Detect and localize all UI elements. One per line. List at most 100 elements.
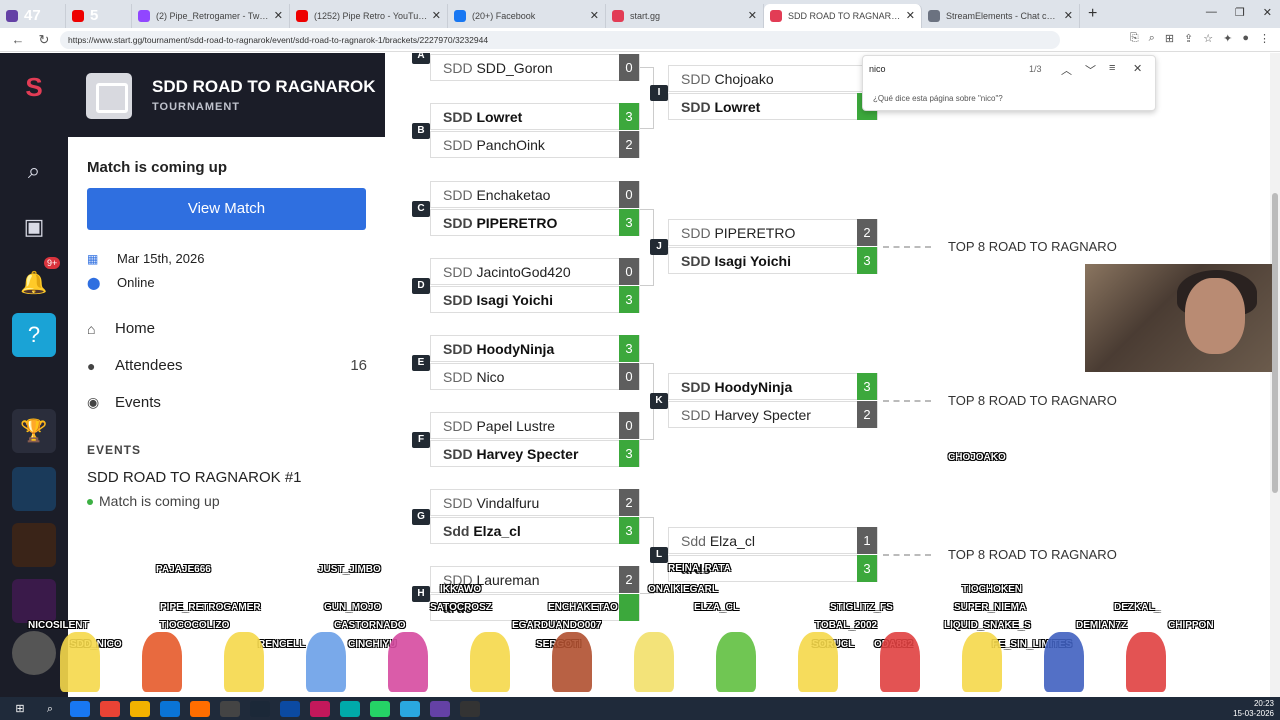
app-icon[interactable]: [310, 700, 330, 717]
minimize-icon[interactable]: —: [1206, 6, 1217, 19]
bracket-slot[interactable]: SDD Papel Lustre 0: [430, 412, 640, 439]
twitch-icon[interactable]: [430, 700, 450, 717]
app-icon[interactable]: [340, 700, 360, 717]
search-icon[interactable]: ⌕: [12, 149, 56, 193]
bracket-match[interactable]: D SDD JacintoGod420 0 SDD Isagi Yoichi 3: [412, 258, 640, 314]
store-icon[interactable]: [160, 700, 180, 717]
bracket-match[interactable]: A SDD SDD_Goron 0: [412, 53, 640, 110]
bracket-slot[interactable]: SDD Isagi Yoichi 3: [430, 286, 640, 313]
bracket-match[interactable]: B SDD Lowret 3 SDD PanchOink 2: [412, 103, 640, 159]
bracket-slot[interactable]: SDD Isagi Yoichi 3: [668, 247, 878, 274]
browser-tab[interactable]: (1252) Pipe Retro - YouTube ✕: [290, 3, 448, 28]
folder-icon[interactable]: [130, 700, 150, 717]
bracket-slot[interactable]: ards 3: [668, 555, 878, 582]
bracket-slot[interactable]: ards: [430, 594, 640, 621]
bracket-slot[interactable]: SDD Laureman 2: [430, 566, 640, 593]
chevron-up-icon[interactable]: ︿: [1061, 62, 1072, 78]
nav-attendees[interactable]: ● Attendees 16: [87, 357, 367, 374]
bracket-slot[interactable]: SDD PIPERETRO 3: [430, 209, 640, 236]
progression-target-label[interactable]: TOP 8 ROAD TO RAGNARO: [948, 239, 1117, 254]
chrome-icon[interactable]: [100, 700, 120, 717]
search-icon[interactable]: ⌕: [40, 701, 60, 717]
browser-tab[interactable]: 5: [66, 3, 132, 28]
search-icon[interactable]: ⌕: [1149, 32, 1155, 45]
maximize-icon[interactable]: ❐: [1235, 6, 1245, 19]
bracket-slot[interactable]: SDD PIPERETRO 2: [668, 219, 878, 246]
close-window-icon[interactable]: ✕: [1263, 6, 1272, 19]
zoom-icon[interactable]: ⊞: [1165, 32, 1174, 45]
bracket-slot[interactable]: SDD Lowret: [668, 93, 878, 120]
trophy-icon[interactable]: 🏆: [12, 409, 56, 453]
share-icon[interactable]: ⇪: [1184, 32, 1193, 45]
url-field[interactable]: https://www.start.gg/tournament/sdd-road…: [60, 30, 1060, 49]
back-icon[interactable]: ←: [10, 32, 26, 47]
close-tab-icon[interactable]: ✕: [432, 9, 441, 22]
reload-icon[interactable]: ↻: [36, 32, 52, 48]
bracket-match[interactable]: J SDD PIPERETRO 2 SDD Isagi Yoichi 3: [650, 219, 878, 275]
help-icon[interactable]: ?: [12, 313, 56, 357]
ask-gemini-suggestion[interactable]: ¿Qué dice esta página sobre "nico"?: [873, 94, 1003, 103]
browser-tab[interactable]: StreamElements - Chat comman ✕: [922, 3, 1080, 28]
close-tab-icon[interactable]: ✕: [590, 9, 599, 22]
view-match-button[interactable]: View Match: [87, 188, 366, 230]
community-avatar-icon[interactable]: [12, 579, 56, 623]
nav-events[interactable]: ◉ Events: [87, 394, 367, 411]
community-avatar-icon[interactable]: [12, 523, 56, 567]
browser-tab[interactable]: 47: [0, 3, 66, 28]
bracket-match[interactable]: I SDD Chojoako SDD Lowret: [650, 65, 878, 121]
nav-home[interactable]: ⌂ Home: [87, 320, 367, 337]
bracket-slot[interactable]: SDD HoodyNinja 3: [430, 335, 640, 362]
scrollbar[interactable]: [1270, 53, 1280, 697]
close-tab-icon[interactable]: ✕: [1064, 9, 1073, 22]
bracket-slot[interactable]: SDD SDD_Goron 0: [430, 54, 640, 81]
bracket-match[interactable]: G SDD Vindalfuru 2 Sdd Elza_cl 3: [412, 489, 640, 545]
browser-tab[interactable]: (20+) Facebook ✕: [448, 3, 606, 28]
calendar-star-icon[interactable]: ▣: [12, 205, 56, 249]
app-icon[interactable]: [460, 700, 480, 717]
close-tab-icon[interactable]: ✕: [274, 9, 283, 22]
translate-icon[interactable]: ⎘: [1130, 32, 1139, 45]
browser-tab[interactable]: (2) Pipe_Retrogamer - Twitch ✕: [132, 3, 290, 28]
bracket-slot[interactable]: SDD Nico 0: [430, 363, 640, 390]
tournament-title[interactable]: SDD ROAD TO RAGNAROK: [152, 77, 376, 97]
bracket-match[interactable]: E SDD HoodyNinja 3 SDD Nico 0: [412, 335, 640, 391]
bracket-slot[interactable]: SDD Lowret 3: [430, 103, 640, 130]
community-avatar-icon[interactable]: [12, 467, 56, 511]
close-tab-icon[interactable]: ✕: [906, 9, 915, 22]
bracket-match[interactable]: F SDD Papel Lustre 0 SDD Harvey Specter 3: [412, 412, 640, 468]
bracket-match[interactable]: H SDD Laureman 2 ards: [412, 566, 640, 622]
progression-target-label[interactable]: TOP 8 ROAD TO RAGNARO: [948, 547, 1117, 562]
bracket-slot[interactable]: SDD Vindalfuru 2: [430, 489, 640, 516]
whatsapp-icon[interactable]: [370, 700, 390, 717]
new-tab-button[interactable]: +: [1088, 5, 1097, 23]
menu-icon[interactable]: ⋮: [1259, 32, 1270, 45]
windows-start-icon[interactable]: ⊞: [10, 701, 30, 717]
steam-icon[interactable]: [250, 700, 270, 717]
event-name-link[interactable]: SDD ROAD TO RAGNAROK #1: [87, 469, 302, 486]
progression-target-label[interactable]: TOP 8 ROAD TO RAGNARO: [948, 393, 1117, 408]
browser-tab[interactable]: start.gg ✕: [606, 3, 764, 28]
close-icon[interactable]: ✕: [1133, 62, 1142, 75]
edge-icon[interactable]: [70, 700, 90, 717]
firefox-icon[interactable]: [190, 700, 210, 717]
telegram-icon[interactable]: [400, 700, 420, 717]
bracket-slot[interactable]: Sdd Elza_cl 1: [668, 527, 878, 554]
extensions-icon[interactable]: ✦: [1223, 32, 1232, 45]
bracket-slot[interactable]: SDD PanchOink 2: [430, 131, 640, 158]
star-icon[interactable]: ☆: [1203, 32, 1213, 45]
app-icon[interactable]: [280, 700, 300, 717]
profile-icon[interactable]: ●: [1242, 32, 1249, 45]
obs-icon[interactable]: [220, 700, 240, 717]
browser-tab[interactable]: SDD ROAD TO RAGNAROK ✕: [764, 3, 922, 28]
bracket-canvas[interactable]: A SDD SDD_Goron 0 B SDD Lowret 3 SDD PanchOink…: [385, 53, 1270, 697]
bracket-slot[interactable]: SDD Harvey Specter 3: [430, 440, 640, 467]
bracket-slot[interactable]: SDD Enchaketao 0: [430, 181, 640, 208]
find-input[interactable]: nico: [869, 64, 886, 74]
chevron-down-icon[interactable]: ﹀: [1085, 62, 1096, 78]
bracket-slot[interactable]: SDD Chojoako: [668, 65, 878, 92]
close-tab-icon[interactable]: ✕: [748, 9, 757, 22]
bracket-slot[interactable]: SDD HoodyNinja 3: [668, 373, 878, 400]
bracket-slot[interactable]: SDD Harvey Specter 2: [668, 401, 878, 428]
bracket-match[interactable]: C SDD Enchaketao 0 SDD PIPERETRO 3: [412, 181, 640, 237]
filter-icon[interactable]: ≡: [1109, 62, 1115, 74]
